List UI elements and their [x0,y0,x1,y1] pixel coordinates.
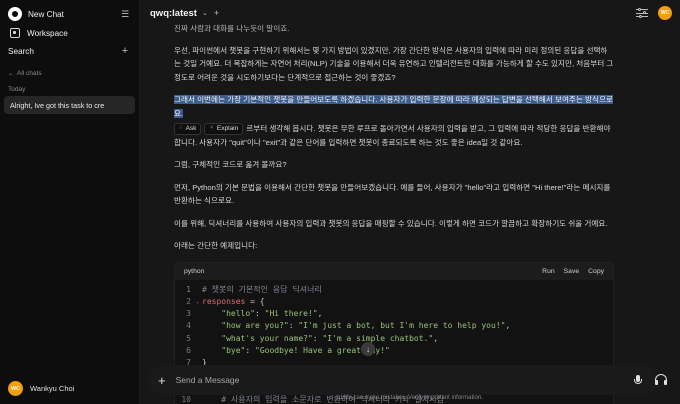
run-button[interactable]: Run [542,268,554,275]
sidebar: New Chat ☰ Workspace Search + ⌄ All chat… [0,0,140,404]
app-logo-icon [8,7,22,21]
code-line: 2 ⌄ responses = { [175,296,613,308]
ask-button[interactable]: ◌ Ask [174,123,202,135]
disclaimer-text: LLMs can make mistakes. Verify important… [337,395,483,401]
add-model-icon[interactable]: + [214,8,219,18]
user-avatar-icon[interactable]: WC [658,6,672,20]
new-chat-label: New Chat [28,9,64,19]
fold-chevron-icon[interactable]: ⌄ [193,296,202,308]
app-window: New Chat ☰ Workspace Search + ⌄ All chat… [0,0,680,404]
message-paragraph-selected: 그래서 이번에는 가장 기본적인 챗봇을 만들어보도록 하겠습니다. 사용자가 … [174,93,614,120]
microphone-icon[interactable] [634,374,642,386]
code-text: responses = { [202,296,265,306]
code-line: 6 "bye": "Goodbye! Have a great day!" [175,345,613,357]
message-paragraph: 진짜 사람과 대화를 나누듯이 말이죠. [174,24,290,33]
code-line: 5 "what's your name?": "I'm a simple cha… [175,333,613,345]
explain-button[interactable]: ♀ Explain [204,123,244,135]
chat-bubble-icon: ◌ [179,125,183,132]
chevron-down-icon[interactable]: ⌄ [202,9,208,17]
add-folder-icon[interactable]: + [119,45,131,57]
fold-gutter [193,308,202,320]
arrow-down-icon: ↓ [366,344,370,354]
today-section-header: Today [0,82,139,96]
model-selector[interactable]: qwq:latest [150,8,197,19]
selected-text[interactable]: 그래서 이번에는 가장 기본적인 챗봇을 만들어보도록 하겠습니다. 사용자가 … [174,95,613,118]
search-label: Search [8,46,34,56]
scroll-down-button[interactable]: ↓ [361,342,375,356]
chat-main: qwq:latest ⌄ + WC 진짜 사람과 대화를 나누듯이 말이죠. 우… [140,0,680,404]
lightbulb-icon: ♀ [209,125,214,132]
sidebar-toggle-icon[interactable]: ☰ [119,9,131,20]
assistant-message: 진짜 사람과 대화를 나누듯이 말이죠. 우선, 파이썬에서 챗봇을 구현하기 … [174,22,614,404]
new-chat-button[interactable]: New Chat ☰ [2,4,137,24]
code-line: 4 "how are you?": "I'm just a bot, but I… [175,320,613,332]
message-paragraph: 아래는 간단한 예제입니다: [174,241,258,250]
code-text: "what's your name?": "I'm a simple chatb… [221,333,439,343]
ask-label: Ask [185,125,197,133]
sidebar-search[interactable]: Search + [0,42,139,60]
save-button[interactable]: Save [564,268,580,275]
fold-gutter [193,320,202,332]
avatar: WC [8,381,23,396]
message-paragraph: 그럼, 구체적인 코드로 옮겨 볼까요? [174,160,287,169]
line-number: 1 [186,284,191,294]
code-text: "hello": "Hi there!", [221,309,323,319]
today-label: Today [8,85,26,93]
workspace-button[interactable]: Workspace [2,24,137,42]
all-chats-header[interactable]: ⌄ All chats [0,66,139,80]
code-language: python [184,267,205,275]
code-text: "how are you?": "I'm just a bot, but I'm… [221,321,511,331]
code-text: # 챗봇의 기본적인 응답 딕셔너리 [202,284,322,294]
chat-list-item[interactable]: Alright, Ive got this task to cre [4,96,135,114]
headphone-icon[interactable] [654,373,668,387]
message-paragraph: 우선, 파이썬에서 챗봇을 구현하기 위해서는 몇 가지 방법이 있겠지만, 가… [174,45,614,82]
line-number: 6 [186,345,191,355]
line-number: 5 [186,333,191,343]
message-composer: + [148,365,658,395]
chat-title: Alright, Ive got this task to cre [10,100,105,110]
all-chats-label: All chats [17,69,42,77]
message-paragraph: 먼저, Python의 기본 문법을 이용해서 간단한 챗봇을 만들어보겠습니다… [174,182,611,206]
line-number: 2 [186,296,191,306]
line-number: 3 [186,309,191,319]
copy-button[interactable]: Copy [588,268,604,275]
message-paragraph: ◌ Ask ♀ Explain 르부터 생각해 봅시다. 챗봇은 무한 루프로 돌아가면… [174,122,614,149]
code-header: python Run Save Copy [175,262,613,280]
code-line: 3 "hello": "Hi there!", [175,308,613,320]
fold-gutter [193,284,202,296]
chevron-down-icon: ⌄ [8,70,14,77]
workspace-label: Workspace [27,28,68,38]
plus-icon[interactable]: + [158,373,166,388]
message-input[interactable] [175,375,634,385]
user-name: Wankyu Choi [30,384,75,393]
user-menu[interactable]: WC Wankyu Choi [8,381,74,396]
top-right-controls: WC [636,6,672,20]
explain-label: Explain [216,125,239,133]
line-number: 4 [186,321,191,331]
code-line: 1 # 챗봇의 기본적인 응답 딕셔너리 [175,284,613,296]
controls-icon[interactable] [636,7,648,18]
workspace-icon [10,28,20,38]
fold-gutter [193,345,202,357]
message-paragraph: 이를 위해, 딕셔너리를 사용하여 사용자의 입력과 챗봇의 응답을 매핑할 수… [174,218,608,228]
fold-gutter [193,333,202,345]
